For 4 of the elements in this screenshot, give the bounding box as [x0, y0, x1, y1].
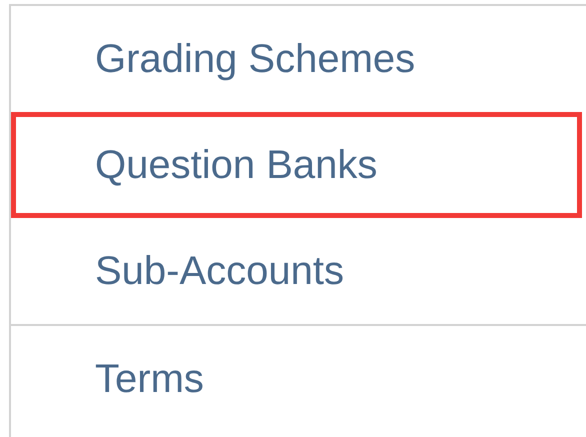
menu-item[interactable]: Question Banks — [11, 112, 582, 218]
menu-item[interactable]: Sub-Accounts — [11, 218, 582, 324]
menu-item[interactable]: Terms — [11, 326, 582, 432]
menu-item[interactable]: Grading Schemes — [11, 6, 582, 112]
